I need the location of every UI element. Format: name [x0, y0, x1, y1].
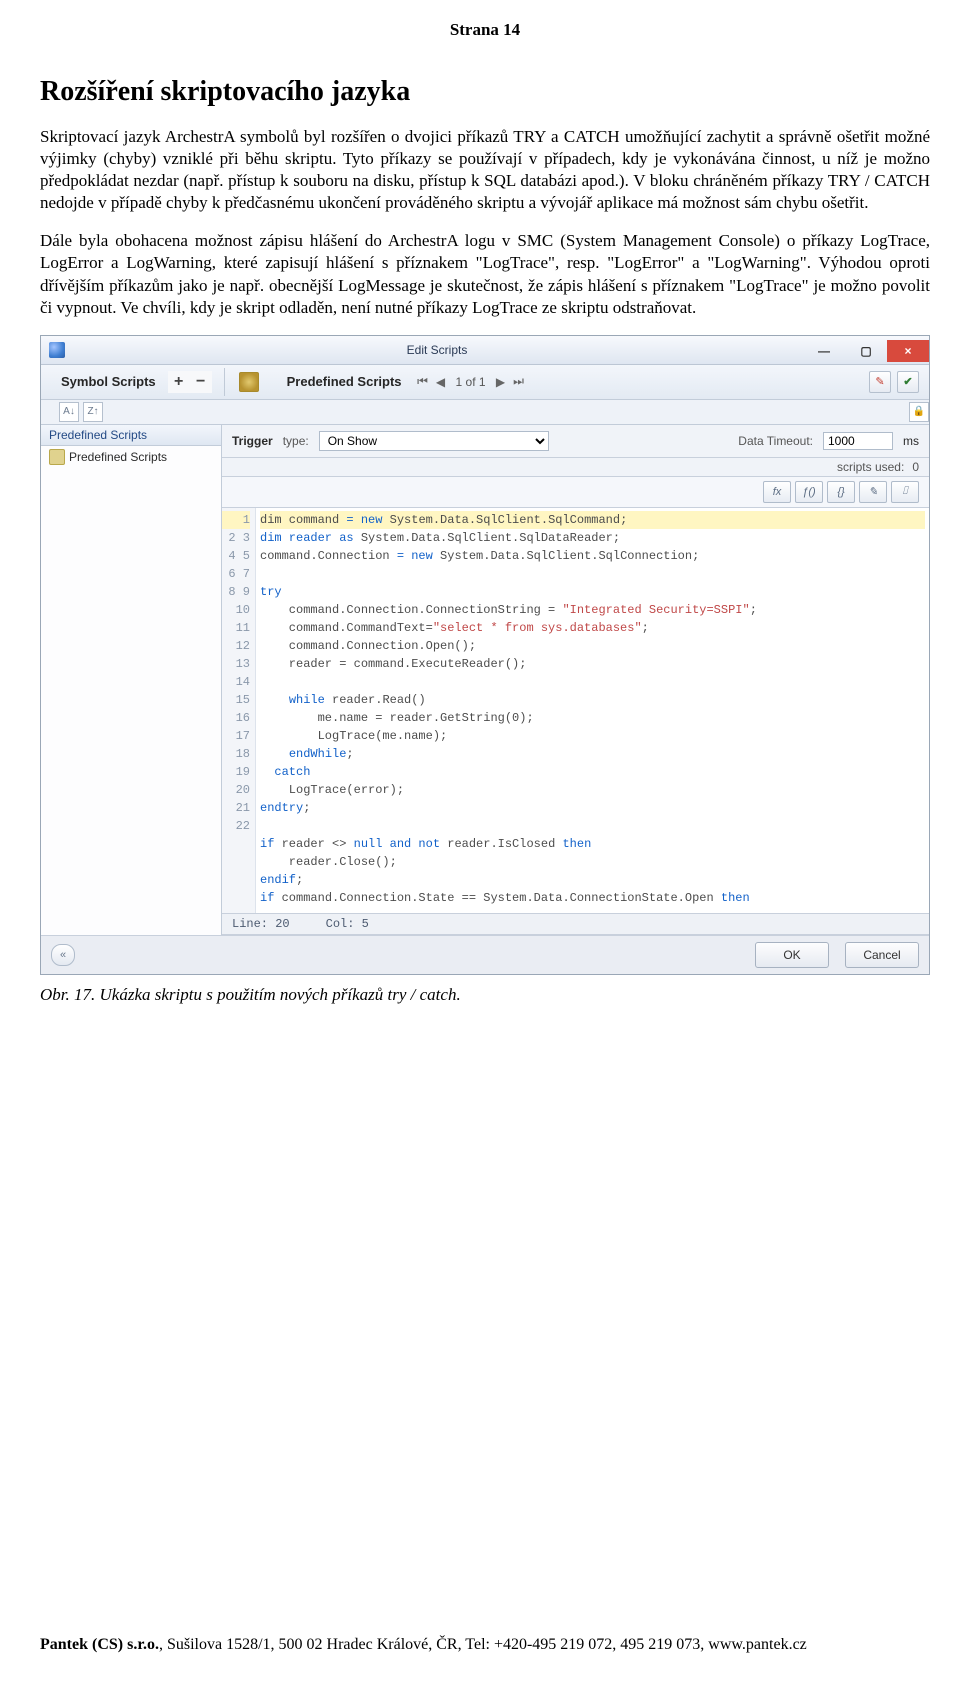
symbol-scripts-label: Symbol Scripts [41, 374, 168, 389]
status-row: Line: 20 Col: 5 [222, 914, 929, 935]
editor-pane: Trigger type: On Show Data Timeout: ms s… [222, 425, 929, 935]
nav-position-text: 1 of 1 [450, 375, 492, 389]
footer-text: , Sušilova 1528/1, 500 02 Hradec Králové… [159, 1636, 807, 1653]
maximize-button[interactable]: ▢ [845, 340, 887, 362]
window-title: Edit Scripts [71, 343, 803, 357]
status-col-value: 5 [362, 917, 369, 931]
fx-toolbar: fx ƒ() {} ✎ ⌷ [222, 477, 929, 508]
lock-toggle[interactable]: 🔒 [909, 402, 929, 422]
line-gutter: 1 2 3 4 5 6 7 8 9 10 11 12 13 14 15 16 1… [222, 508, 256, 913]
script-tree-icon [49, 449, 65, 465]
collapse-button[interactable]: « [51, 944, 75, 966]
tree-item-label: Predefined Scripts [69, 450, 167, 464]
footer-company: Pantek (CS) s.r.o. [40, 1636, 159, 1653]
sort-desc-button[interactable]: Z↑ [83, 402, 103, 422]
nav-prev-button[interactable]: ◀ [432, 373, 450, 391]
trigger-label: Trigger [232, 434, 273, 448]
nav-next-button[interactable]: ▶ [492, 373, 510, 391]
cancel-button[interactable]: Cancel [845, 942, 919, 968]
page-footer: Pantek (CS) s.r.o., Sušilova 1528/1, 500… [40, 1636, 930, 1654]
predefined-scripts-label: Predefined Scripts [267, 374, 414, 389]
fx-button-3[interactable]: {} [827, 481, 855, 503]
code-area[interactable]: dim command = new System.Data.SqlClient.… [256, 508, 929, 913]
trigger-row: Trigger type: On Show Data Timeout: ms [222, 425, 929, 458]
body-paragraph-1: Skriptovací jazyk ArchestrA symbolů byl … [40, 126, 930, 214]
trigger-type-label: type: [283, 434, 309, 448]
fx-button-2[interactable]: ƒ() [795, 481, 823, 503]
main-toolbar: Symbol Scripts + − Predefined Scripts ⏮ … [41, 365, 929, 400]
close-button[interactable]: × [887, 340, 929, 362]
tree-header: Predefined Scripts [41, 425, 221, 446]
sort-toolbar: A↓ Z↑ 🔒 [41, 400, 929, 425]
ms-label: ms [903, 434, 919, 448]
data-timeout-input[interactable] [823, 432, 893, 450]
footer-row: « OK Cancel [41, 935, 929, 974]
fx-button-5[interactable]: ⌷ [891, 481, 919, 503]
script-icon [239, 372, 259, 392]
sort-asc-button[interactable]: A↓ [59, 402, 79, 422]
body-paragraph-2: Dále byla obohacena možnost zápisu hláše… [40, 230, 930, 318]
page-number-header: Strana 14 [40, 20, 930, 40]
accept-button[interactable]: ✔ [897, 371, 919, 393]
data-timeout-label: Data Timeout: [738, 434, 813, 448]
toolbar-separator [224, 368, 225, 396]
code-editor[interactable]: 1 2 3 4 5 6 7 8 9 10 11 12 13 14 15 16 1… [222, 508, 929, 914]
nav-last-button[interactable]: ⏭ [510, 373, 528, 391]
ok-button[interactable]: OK [755, 942, 829, 968]
validate-button[interactable]: ✎ [869, 371, 891, 393]
editor-split: Predefined Scripts Predefined Scripts Tr… [41, 425, 929, 935]
scripts-used-label: scripts used: [837, 460, 904, 474]
status-col-label: Col: [326, 917, 355, 931]
edit-scripts-window: Edit Scripts — ▢ × Symbol Scripts + − Pr… [40, 335, 930, 975]
figure-caption: Obr. 17. Ukázka skriptu s použitím novýc… [40, 985, 930, 1005]
trigger-type-select[interactable]: On Show [319, 431, 549, 451]
fx-button-1[interactable]: fx [763, 481, 791, 503]
nav-first-button[interactable]: ⏮ [414, 373, 432, 391]
add-script-button[interactable]: + [168, 371, 190, 393]
scripts-used-value: 0 [912, 460, 919, 474]
scripts-used-row: scripts used: 0 [222, 458, 929, 477]
fx-button-4[interactable]: ✎ [859, 481, 887, 503]
window-titlebar[interactable]: Edit Scripts — ▢ × [41, 336, 929, 365]
tree-item-predefined[interactable]: Predefined Scripts [41, 446, 221, 468]
minimize-button[interactable]: — [803, 340, 845, 362]
app-icon [49, 342, 65, 358]
tree-pane: Predefined Scripts Predefined Scripts [41, 425, 222, 935]
section-heading: Rozšíření skriptovacího jazyka [40, 76, 930, 108]
remove-script-button[interactable]: − [190, 371, 212, 393]
status-line-value: 20 [275, 917, 289, 931]
status-line-label: Line: [232, 917, 268, 931]
